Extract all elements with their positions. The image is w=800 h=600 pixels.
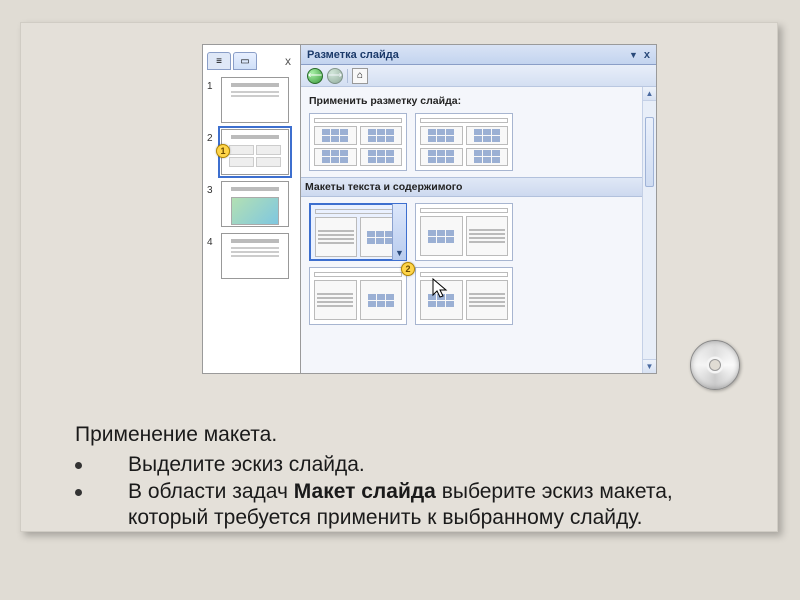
back-icon[interactable]: ⟵: [307, 68, 323, 84]
bullet-icon: [75, 462, 82, 469]
layout-row: [309, 113, 648, 171]
bullet-item: Выделите эскиз слайда.: [75, 452, 718, 478]
thumb-row: 2 1: [207, 129, 296, 175]
thumb-number: 4: [207, 233, 217, 248]
dropdown-icon[interactable]: ▼: [629, 50, 638, 60]
layout-dropdown-handle[interactable]: ▼: [392, 204, 406, 260]
thumb-row: 4: [207, 233, 296, 279]
layout-option-selected[interactable]: ▼: [309, 203, 407, 261]
home-icon[interactable]: ⌂: [352, 68, 368, 84]
layout-option[interactable]: [309, 267, 407, 325]
scrollbar[interactable]: ▲ ▼: [642, 87, 656, 373]
layout-row: [309, 267, 648, 325]
close-icon[interactable]: x: [644, 49, 650, 61]
text-heading: Применение макета.: [75, 422, 718, 448]
layout-option[interactable]: [415, 267, 513, 325]
outline-tab[interactable]: ≡: [207, 52, 231, 70]
slide-thumbnails-pane: ≡ ▭ x 1 2 1 3: [203, 45, 301, 373]
thumb-number: 3: [207, 181, 217, 196]
layout-option[interactable]: [415, 203, 513, 261]
thumb-row: 3: [207, 181, 296, 227]
powerpoint-screenshot: ≡ ▭ x 1 2 1 3: [202, 44, 657, 374]
bullet-text: В области задач Макет слайда выберите эс…: [92, 479, 718, 530]
task-pane-nav: ⟵ ⟶ ⌂: [301, 65, 656, 87]
bullet-item: В области задач Макет слайда выберите эс…: [75, 479, 718, 530]
slide-thumbnail-2[interactable]: 1: [221, 129, 289, 175]
separator: [347, 69, 348, 83]
scroll-up-icon[interactable]: ▲: [643, 87, 656, 101]
slide-thumbnail-3[interactable]: [221, 181, 289, 227]
task-pane-title: Разметка слайда: [307, 49, 399, 61]
close-icon[interactable]: x: [280, 53, 296, 69]
cd-disc-icon: [690, 340, 740, 390]
scroll-down-icon[interactable]: ▼: [643, 359, 656, 373]
task-pane-body: Применить разметку слайда:: [301, 87, 656, 373]
task-pane-titlebar: Разметка слайда ▼ x: [301, 45, 656, 65]
thumb-row: 1: [207, 77, 296, 123]
slide-thumbnail-1[interactable]: [221, 77, 289, 123]
callout-badge-1: 1: [216, 144, 230, 158]
slide-body-text: Применение макета. Выделите эскиз слайда…: [75, 422, 718, 532]
apply-layout-label: Применить разметку слайда:: [309, 95, 648, 107]
scroll-thumb[interactable]: [645, 117, 654, 187]
layout-option[interactable]: [309, 113, 407, 171]
callout-badge-2: 2: [401, 262, 415, 276]
slide-frame: ≡ ▭ x 1 2 1 3: [20, 22, 778, 532]
slide-thumbnail-4[interactable]: [221, 233, 289, 279]
thumbnails-tabs: ≡ ▭ x: [207, 49, 296, 73]
bullet-icon: [75, 489, 82, 496]
slides-tab[interactable]: ▭: [233, 52, 257, 70]
forward-icon: ⟶: [327, 68, 343, 84]
section-header: Макеты текста и содержимого: [301, 177, 656, 197]
thumb-number: 1: [207, 77, 217, 92]
layout-row: ▼: [309, 203, 648, 261]
thumb-number: 2: [207, 129, 217, 144]
layout-option[interactable]: [415, 113, 513, 171]
slide-layout-task-pane: Разметка слайда ▼ x ⟵ ⟶ ⌂ Применить разм…: [301, 45, 656, 373]
bullet-text: Выделите эскиз слайда.: [92, 452, 365, 478]
